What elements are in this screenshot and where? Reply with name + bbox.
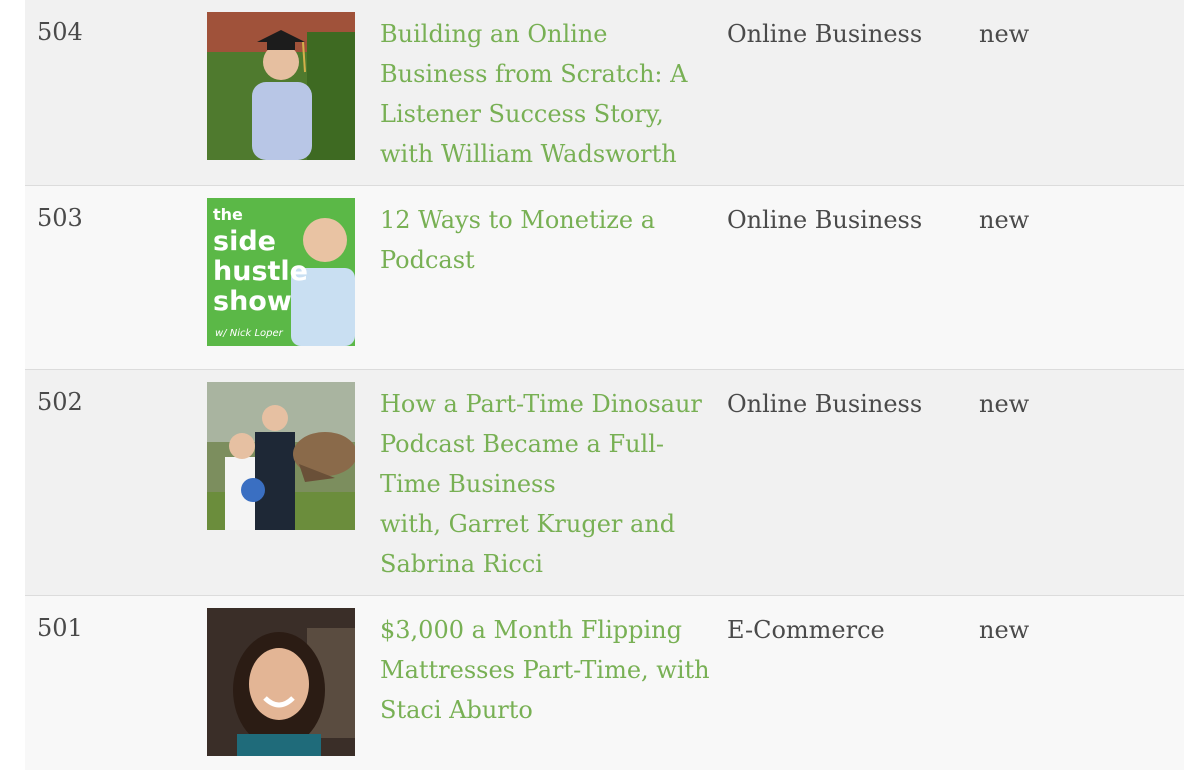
episode-title-link[interactable]: $3,000 a Month Flipping Mattresses Part-…	[380, 610, 710, 730]
episode-number: 503	[37, 204, 83, 232]
guest-portrait-icon[interactable]	[207, 608, 355, 756]
episode-status: new	[979, 206, 1030, 234]
episode-status: new	[979, 616, 1030, 644]
episode-number: 502	[37, 388, 83, 416]
table-row: 504 Building an Online Business from Scr…	[25, 0, 1184, 186]
table-row: 503 the side hustle show w/ Nick Loper 1…	[25, 186, 1184, 370]
side-hustle-show-logo-icon[interactable]: the side hustle show w/ Nick Loper	[207, 198, 355, 346]
episode-number: 504	[37, 18, 83, 46]
logo-line2: side	[213, 226, 276, 257]
table-row: 502 How a Part-Time Dinosaur Podcast Bec…	[25, 370, 1184, 596]
episode-title-link[interactable]: Building an Online Business from Scratch…	[380, 14, 710, 174]
episode-status: new	[979, 390, 1030, 418]
logo-line4: show	[213, 286, 292, 317]
wedding-dinosaur-photo-icon[interactable]	[207, 382, 355, 530]
episode-category: Online Business	[727, 206, 923, 234]
table-row: 501 $3,000 a Month Flipping Mattresses P…	[25, 596, 1184, 770]
episode-category: Online Business	[727, 390, 923, 418]
graduate-photo-icon[interactable]	[207, 12, 355, 160]
episode-category: E-Commerce	[727, 616, 885, 644]
episode-number: 501	[37, 614, 83, 642]
logo-line5: w/ Nick Loper	[215, 328, 284, 339]
episode-title-link[interactable]: 12 Ways to Monetize a Podcast	[380, 200, 710, 280]
episode-category: Online Business	[727, 20, 923, 48]
episode-status: new	[979, 20, 1030, 48]
logo-line3: hustle	[213, 256, 308, 287]
episode-title-link[interactable]: How a Part-Time Dinosaur Podcast Became …	[380, 384, 710, 584]
logo-line1: the	[213, 205, 243, 224]
